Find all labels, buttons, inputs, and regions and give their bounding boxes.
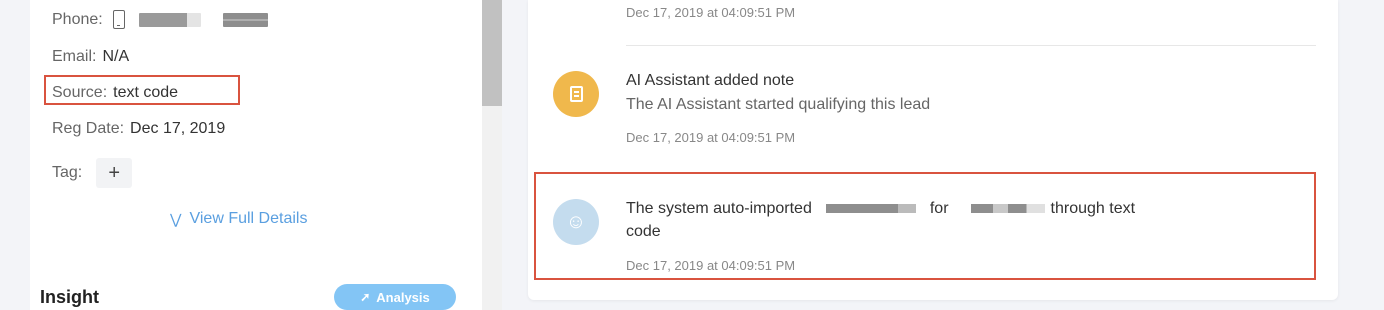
import-text-c: through text: [1050, 200, 1136, 217]
phone-label: Phone:: [52, 10, 103, 28]
phone-field: Phone:: [52, 10, 268, 29]
event-timestamp: Dec 17, 2019 at 04:09:51 PM: [626, 5, 796, 20]
trend-icon: ➚: [360, 290, 371, 304]
email-label: Email:: [52, 48, 97, 65]
import-event-text: The system auto-imported for through text: [626, 200, 1135, 218]
user-add-icon: ☺: [565, 211, 587, 233]
email-value: N/A: [102, 48, 130, 65]
source-value: text code: [113, 84, 179, 101]
phone-icon: [112, 10, 125, 29]
insight-heading: Insight: [40, 287, 99, 307]
import-text-b: for: [929, 200, 949, 217]
import-text-a: The system auto-imported: [626, 200, 812, 217]
scrollbar-thumb[interactable]: [482, 0, 502, 106]
source-field: Source: text code: [52, 84, 178, 102]
email-field: Email: N/A: [52, 48, 129, 66]
import-event-text-cont: code: [626, 223, 661, 240]
note-avatar: [553, 71, 599, 117]
redacted-account-name: [970, 204, 1045, 214]
analysis-button[interactable]: ➚ Analysis: [334, 284, 456, 310]
redacted-lead-name: [825, 204, 916, 214]
view-full-details-link[interactable]: ⋁ View Full Details: [170, 210, 307, 228]
event-timestamp: Dec 17, 2019 at 04:09:51 PM: [626, 130, 796, 145]
timeline-divider: [626, 45, 1316, 46]
note-icon: [569, 86, 583, 102]
chevron-down-double-icon: ⋁: [170, 210, 182, 227]
phone-value-redacted-2: [222, 12, 268, 27]
reg-date-value: Dec 17, 2019: [130, 120, 226, 137]
event-body: The AI Assistant started qualifying this…: [626, 96, 931, 113]
reg-date-field: Reg Date: Dec 17, 2019: [52, 120, 225, 138]
add-tag-button[interactable]: +: [96, 158, 133, 188]
lead-details-panel: [30, 0, 482, 310]
event-title: AI Assistant added note: [626, 72, 795, 89]
source-label: Source:: [52, 84, 108, 101]
event-timestamp: Dec 17, 2019 at 04:09:51 PM: [626, 258, 796, 273]
analysis-label: Analysis: [376, 289, 430, 305]
reg-date-label: Reg Date:: [52, 120, 125, 137]
tag-field: Tag: +: [52, 158, 133, 188]
user-avatar: ☺: [553, 199, 599, 245]
phone-value-redacted: [138, 12, 201, 27]
view-full-details-label: View Full Details: [189, 210, 308, 227]
tag-label: Tag:: [52, 164, 83, 181]
